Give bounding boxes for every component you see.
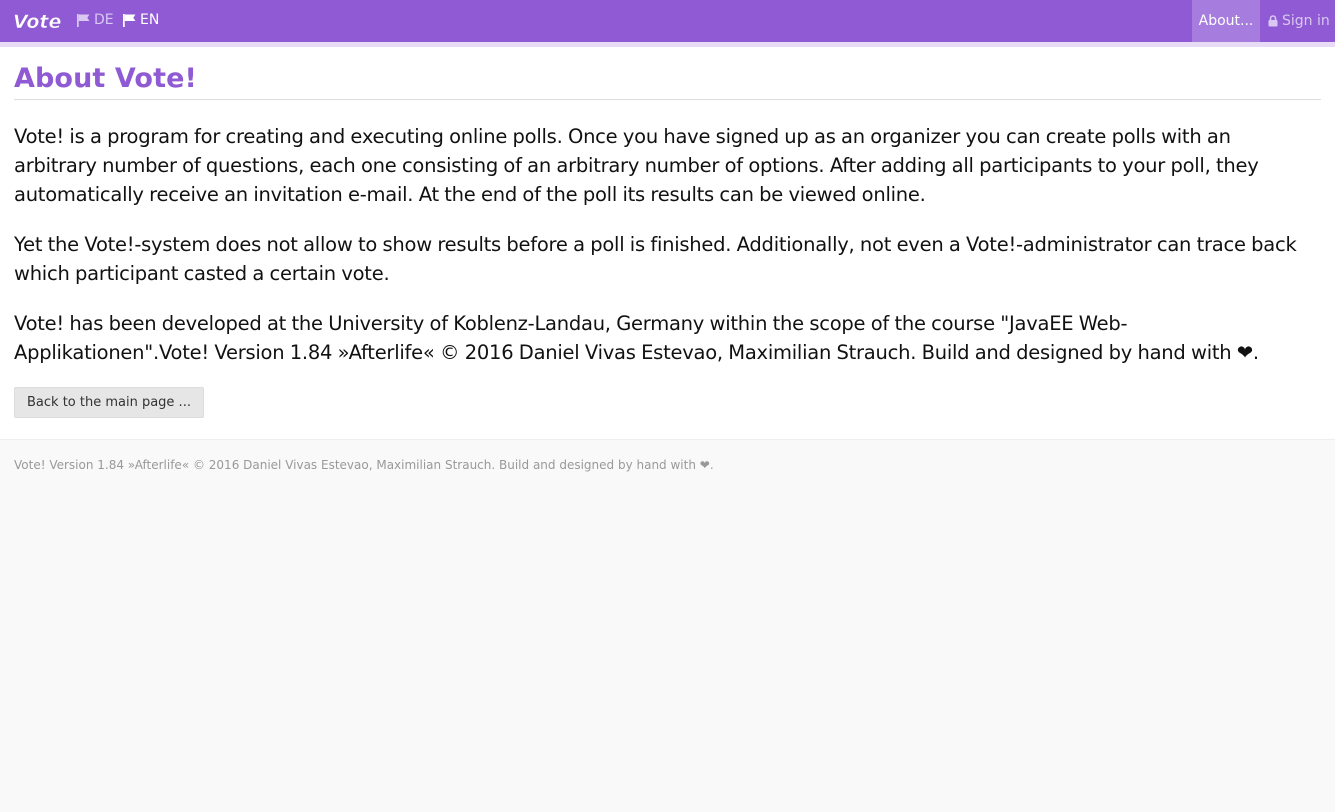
nav-signin-link[interactable]: Sign in xyxy=(1268,0,1330,42)
top-navbar: Vote! DE EN About... Sign in xyxy=(0,0,1335,42)
page-title: About Vote! xyxy=(14,63,197,94)
footer-text: Vote! Version 1.84 »Afterlife« © 2016 Da… xyxy=(14,458,714,472)
title-divider xyxy=(14,99,1321,100)
back-to-main-button[interactable]: Back to the main page ... xyxy=(14,387,204,418)
main-content: About Vote! Vote! is a program for creat… xyxy=(0,47,1335,440)
language-en-label: EN xyxy=(140,12,160,28)
about-paragraph-2: Yet the Vote!-system does not allow to s… xyxy=(14,233,1297,285)
signin-label: Sign in xyxy=(1282,13,1330,29)
flag-icon xyxy=(77,13,90,27)
about-paragraph-1: Vote! is a program for creating and exec… xyxy=(14,125,1259,206)
flag-icon xyxy=(123,13,136,27)
language-de-link[interactable]: DE xyxy=(77,12,114,28)
lock-icon xyxy=(1268,15,1278,27)
nav-about-link[interactable]: About... xyxy=(1192,0,1260,42)
language-de-label: DE xyxy=(94,12,114,28)
svg-text:Vote!: Vote! xyxy=(13,11,62,33)
language-en-link[interactable]: EN xyxy=(123,12,159,28)
about-paragraph-3: Vote! has been developed at the Universi… xyxy=(14,312,1259,364)
brand-logo[interactable]: Vote! xyxy=(12,7,71,35)
